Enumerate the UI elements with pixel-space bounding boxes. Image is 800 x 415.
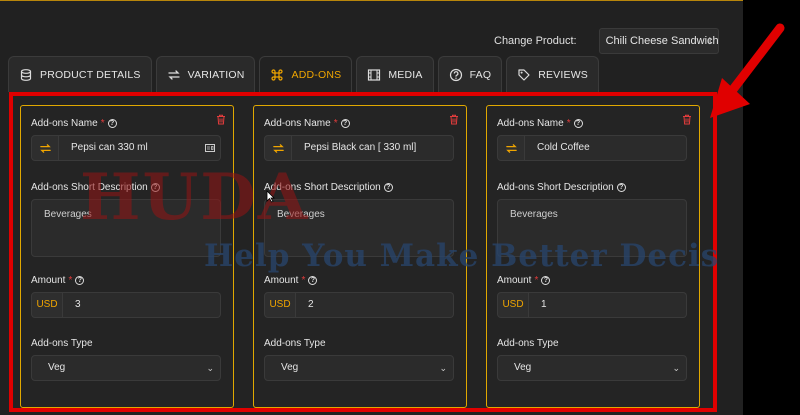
- addon-description-label: Add-ons Short Description?: [264, 182, 393, 193]
- tag-icon: [517, 68, 531, 82]
- tab-label: FAQ: [469, 68, 492, 81]
- change-product-label: Change Product:: [494, 35, 577, 47]
- help-icon[interactable]: ?: [308, 276, 318, 285]
- addon-type-label: Add-ons Type: [497, 338, 559, 349]
- help-icon[interactable]: ?: [541, 276, 551, 285]
- command-icon: [270, 68, 284, 82]
- addon-card: Add-ons Name *? Pepsi can 330 ml Add-ons …: [20, 105, 234, 408]
- addon-amount-label: Amount *?: [497, 275, 551, 286]
- trash-icon[interactable]: [449, 114, 459, 125]
- trash-icon[interactable]: [682, 114, 692, 125]
- addon-name-label: Add-ons Name *?: [31, 118, 117, 129]
- annotation-arrow-icon: [710, 23, 785, 118]
- tab-reviews[interactable]: REVIEWS: [506, 56, 600, 92]
- addon-amount-field: USD 2: [264, 292, 454, 318]
- swap-icon: [272, 143, 284, 153]
- trash-icon[interactable]: [216, 114, 226, 125]
- help-icon[interactable]: ?: [150, 183, 160, 192]
- addon-description-label: Add-ons Short Description?: [497, 182, 626, 193]
- addon-name-input[interactable]: Pepsi can 330 ml: [59, 135, 221, 161]
- chevron-down-icon: ⌄: [206, 363, 214, 373]
- addon-card: Add-ons Name *? Cold Coffee Add-ons Short…: [486, 105, 700, 408]
- tab-bar: PRODUCT DETAILS VARIATION ADD-ONS MEDIA …: [8, 56, 600, 92]
- swap-icon: [39, 143, 51, 153]
- tab-media[interactable]: MEDIA: [356, 56, 434, 92]
- addon-amount-input[interactable]: 2: [296, 292, 454, 318]
- addon-name-field: Cold Coffee: [497, 135, 687, 161]
- tab-variation[interactable]: VARIATION: [155, 56, 256, 92]
- addon-type-select[interactable]: Veg ⌄: [264, 355, 454, 381]
- tab-faq[interactable]: FAQ: [437, 56, 503, 92]
- currency-badge: USD: [497, 292, 529, 318]
- film-icon: [367, 68, 381, 82]
- addon-name-input[interactable]: Cold Coffee: [525, 135, 687, 161]
- currency-badge: USD: [264, 292, 296, 318]
- addon-description-input[interactable]: Beverages: [264, 199, 454, 257]
- chevron-down-icon: ⌄: [672, 363, 680, 373]
- id-card-icon: [205, 144, 215, 152]
- addon-amount-label: Amount *?: [31, 275, 85, 286]
- addon-type-label: Add-ons Type: [264, 338, 326, 349]
- question-icon: [449, 68, 463, 82]
- addon-type-label: Add-ons Type: [31, 338, 93, 349]
- addon-type-select[interactable]: Veg ⌄: [497, 355, 687, 381]
- addon-amount-input[interactable]: 3: [63, 292, 221, 318]
- app-window: Change Product: Chili Cheese Sandwich ⇕ …: [0, 0, 743, 415]
- help-icon[interactable]: ?: [383, 183, 393, 192]
- addon-name-field: Pepsi Black can [ 330 ml]: [264, 135, 454, 161]
- addon-amount-field: USD 1: [497, 292, 687, 318]
- help-icon[interactable]: ?: [573, 119, 583, 128]
- swap-icon: [505, 143, 517, 153]
- tab-label: VARIATION: [187, 68, 245, 81]
- help-icon[interactable]: ?: [75, 276, 85, 285]
- change-product-control: Change Product: Chili Cheese Sandwich ⇕: [494, 28, 719, 54]
- addon-description-label: Add-ons Short Description?: [31, 182, 160, 193]
- chevron-down-icon: ⌄: [439, 363, 447, 373]
- addon-amount-field: USD 3: [31, 292, 221, 318]
- tab-add-ons[interactable]: ADD-ONS: [259, 56, 353, 92]
- help-icon[interactable]: ?: [107, 119, 117, 128]
- addon-description-input[interactable]: Beverages: [497, 199, 687, 257]
- tab-label: MEDIA: [388, 68, 423, 81]
- swap-button[interactable]: [497, 135, 525, 161]
- layers-icon: [19, 68, 33, 82]
- help-icon[interactable]: ?: [616, 183, 626, 192]
- swap-button[interactable]: [264, 135, 292, 161]
- currency-badge: USD: [31, 292, 63, 318]
- addon-description-input[interactable]: Beverages: [31, 199, 221, 257]
- addon-card: Add-ons Name *? Pepsi Black can [ 330 ml]…: [253, 105, 467, 408]
- tab-label: ADD-ONS: [291, 68, 342, 81]
- tab-product-details[interactable]: PRODUCT DETAILS: [8, 56, 152, 92]
- tab-label: PRODUCT DETAILS: [40, 68, 141, 81]
- addon-name-label: Add-ons Name *?: [497, 118, 583, 129]
- addon-name-input[interactable]: Pepsi Black can [ 330 ml]: [292, 135, 454, 161]
- addon-name-field: Pepsi can 330 ml: [31, 135, 221, 161]
- addon-amount-label: Amount *?: [264, 275, 318, 286]
- addon-amount-input[interactable]: 1: [529, 292, 687, 318]
- help-icon[interactable]: ?: [340, 119, 350, 128]
- addon-type-select[interactable]: Veg ⌄: [31, 355, 221, 381]
- tab-label: REVIEWS: [538, 68, 589, 81]
- addon-name-label: Add-ons Name *?: [264, 118, 350, 129]
- swap-icon: [167, 68, 181, 82]
- add-ons-panel: Add-ons Name *? Pepsi can 330 ml Add-ons …: [9, 92, 717, 412]
- swap-button[interactable]: [31, 135, 59, 161]
- mouse-cursor-icon: [266, 190, 275, 203]
